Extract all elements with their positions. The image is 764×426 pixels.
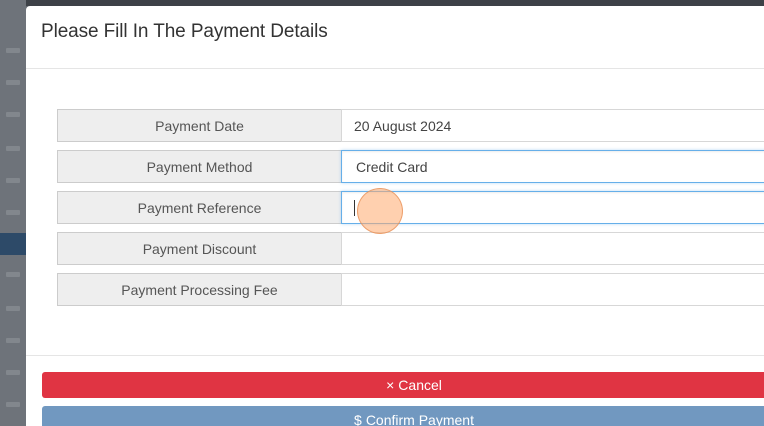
dimmed-sidebar-item xyxy=(6,338,20,343)
payment-method-input[interactable] xyxy=(356,158,764,175)
payment-processing-fee-label: Payment Processing Fee xyxy=(57,273,341,306)
dimmed-sidebar-item xyxy=(6,48,20,53)
dollar-icon: $ xyxy=(354,412,362,426)
dimmed-sidebar-item xyxy=(6,306,20,311)
dimmed-sidebar-item xyxy=(6,402,20,407)
dimmed-sidebar xyxy=(0,0,26,426)
payment-reference-input[interactable] xyxy=(355,199,764,216)
dimmed-sidebar-item xyxy=(6,178,20,183)
dimmed-sidebar-item xyxy=(6,80,20,85)
confirm-payment-button-label: Confirm Payment xyxy=(365,412,474,426)
dimmed-sidebar-item xyxy=(6,272,20,277)
cancel-button[interactable]: × Cancel xyxy=(42,372,764,398)
payment-discount-field[interactable] xyxy=(341,232,764,265)
dimmed-sidebar-item xyxy=(6,146,20,151)
dimmed-sidebar-active-item xyxy=(0,233,26,255)
payment-discount-input[interactable] xyxy=(354,240,764,257)
payment-reference-field[interactable] xyxy=(341,191,764,224)
cancel-button-label: Cancel xyxy=(398,377,442,393)
payment-reference-row: Payment Reference xyxy=(57,191,764,224)
dimmed-sidebar-item xyxy=(6,370,20,375)
modal-title: Please Fill In The Payment Details xyxy=(41,21,328,42)
payment-method-field[interactable] xyxy=(341,150,764,183)
payment-discount-row: Payment Discount xyxy=(57,232,764,265)
dimmed-sidebar-item xyxy=(6,210,20,215)
payment-processing-fee-field[interactable] xyxy=(341,273,764,306)
payment-date-value: 20 August 2024 xyxy=(341,109,764,142)
payment-processing-fee-row: Payment Processing Fee xyxy=(57,273,764,306)
modal-footer-divider xyxy=(26,355,764,356)
payment-date-label: Payment Date xyxy=(57,109,341,142)
payment-method-row: Payment Method xyxy=(57,150,764,183)
payment-method-label: Payment Method xyxy=(57,150,341,183)
payment-discount-label: Payment Discount xyxy=(57,232,341,265)
payment-processing-fee-input[interactable] xyxy=(354,281,764,298)
modal-header: Please Fill In The Payment Details xyxy=(26,6,764,69)
dimmed-sidebar-item xyxy=(6,112,20,117)
payment-date-row: Payment Date 20 August 2024 xyxy=(57,109,764,142)
close-icon: × xyxy=(386,377,395,393)
payment-form: Payment Date 20 August 2024 Payment Meth… xyxy=(57,109,764,314)
confirm-payment-button[interactable]: $ Confirm Payment xyxy=(42,406,764,426)
payment-details-modal: Please Fill In The Payment Details Payme… xyxy=(26,6,764,426)
payment-reference-label: Payment Reference xyxy=(57,191,341,224)
